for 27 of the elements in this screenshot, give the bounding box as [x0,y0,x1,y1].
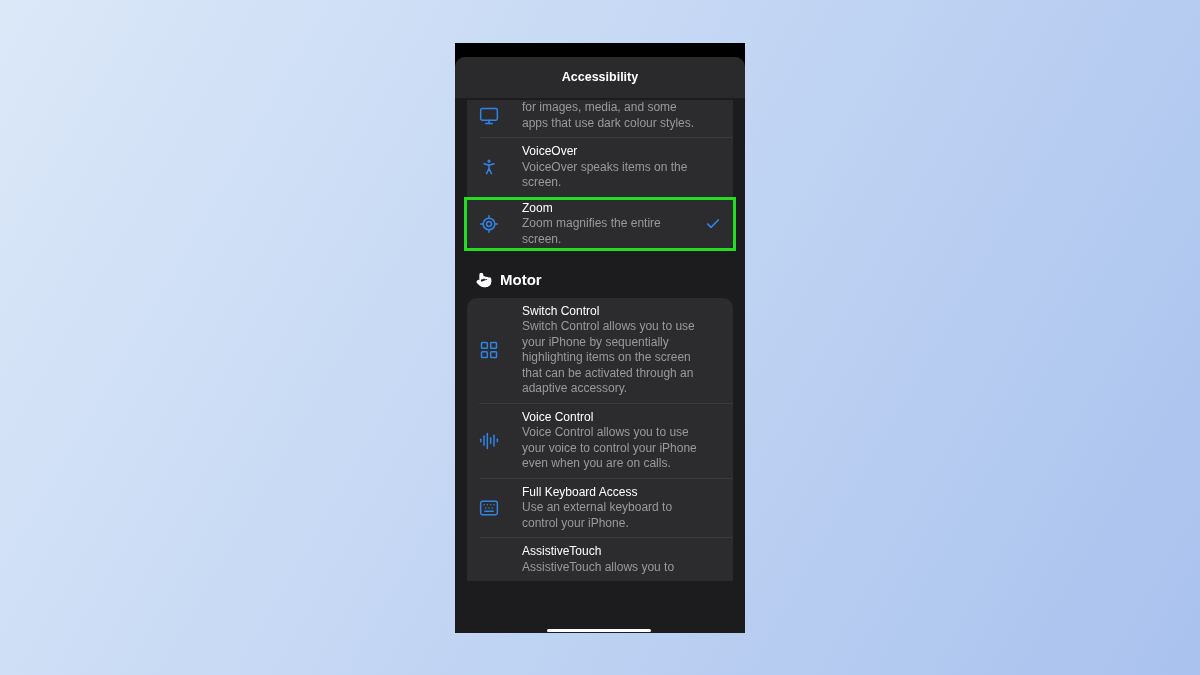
hand-pointer-icon [476,272,492,289]
row-title: AssistiveTouch [522,544,603,560]
row-description: for images, media, and some apps that use dark colour styles. [522,100,696,131]
row-title: Switch Control [522,303,601,319]
row-description: Voice Control allows you to use your voice to control your iPhone even when you are on calls. [522,425,698,472]
nav-title: Accessibility [561,69,639,87]
row-title: Zoom [522,200,554,216]
settings-row[interactable]: Switch Control Switch Control allows you to use your iPhone by sequentially highlighting items on the screen that can be activated through an adaptive accessory. [467,297,733,403]
row-description: VoiceOver speaks items on the screen. [522,159,689,191]
settings-row[interactable]: AssistiveTouch AssistiveTouch allows you to [467,538,733,581]
settings-row[interactable]: VoiceOver VoiceOver speaks items on the screen. [467,138,733,197]
row-title: Voice Control [522,409,595,425]
row-description: Use an external keyboard to control your iPhone. [522,500,674,531]
row-title: VoiceOver [522,144,579,160]
settings-row[interactable]: Voice Control Voice Control allows you to use your voice to control your iPhone even when you are on calls. [467,403,733,478]
sound-wave-icon [479,430,499,451]
settings-row[interactable]: Zoom Zoom magnifies the entire screen. [464,196,736,251]
settings-row[interactable]: for images, media, and some apps that use dark colour styles. [467,100,733,137]
row-description: Switch Control allows you to use your iPhone by sequentially highlighting items on the screen that can be activated through an adaptive accessory. [522,319,696,397]
row-description: Zoom magnifies the entire screen. [522,216,662,247]
display-icon [479,105,499,126]
settings-row[interactable]: Full Keyboard Access Use an external keyboard to control your iPhone. [467,478,733,537]
section-heading: Motor [500,270,542,290]
row-description: AssistiveTouch allows you to [522,559,676,575]
row-title: Full Keyboard Access [522,484,639,500]
grid-icon [479,340,499,360]
crosshair-icon [479,213,499,234]
